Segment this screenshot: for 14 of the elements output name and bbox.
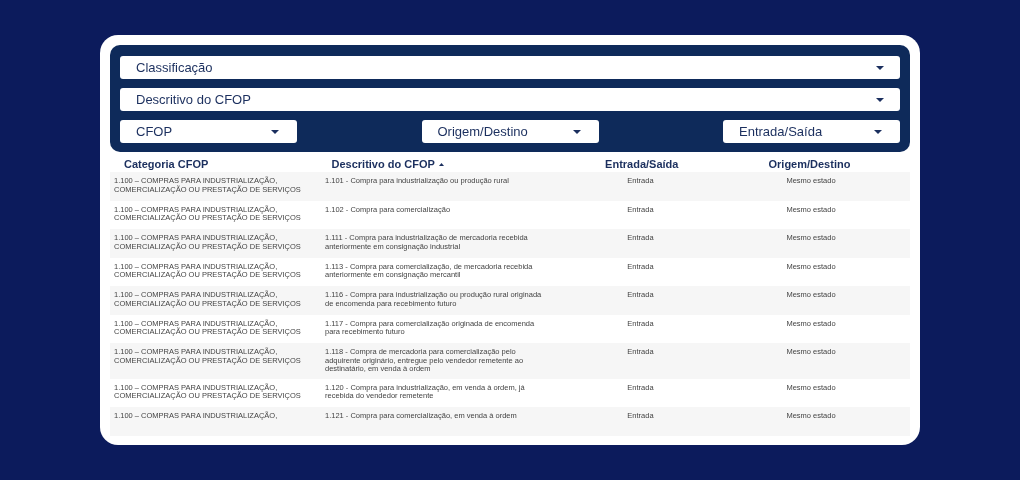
caret-icon: [876, 97, 884, 102]
column-header[interactable]: Origem/Destino: [768, 155, 851, 173]
column-header[interactable]: Descritivo do CFOP: [331, 155, 435, 173]
column-header[interactable]: Categoria CFOP: [124, 155, 209, 173]
dropdown[interactable]: Descritivo do CFOP: [120, 88, 900, 111]
dropdown[interactable]: Entrada/Saída: [723, 120, 900, 143]
caret-icon: [876, 65, 884, 70]
caret-icon: [874, 129, 882, 134]
caret-icon: [271, 129, 279, 134]
column-header[interactable]: Entrada/Saída: [605, 155, 679, 173]
dropdown[interactable]: Origem/Destino: [421, 120, 599, 143]
caret-icon: [572, 129, 581, 134]
dropdown[interactable]: Classificação: [120, 56, 900, 79]
dropdown[interactable]: CFOP: [120, 120, 297, 143]
